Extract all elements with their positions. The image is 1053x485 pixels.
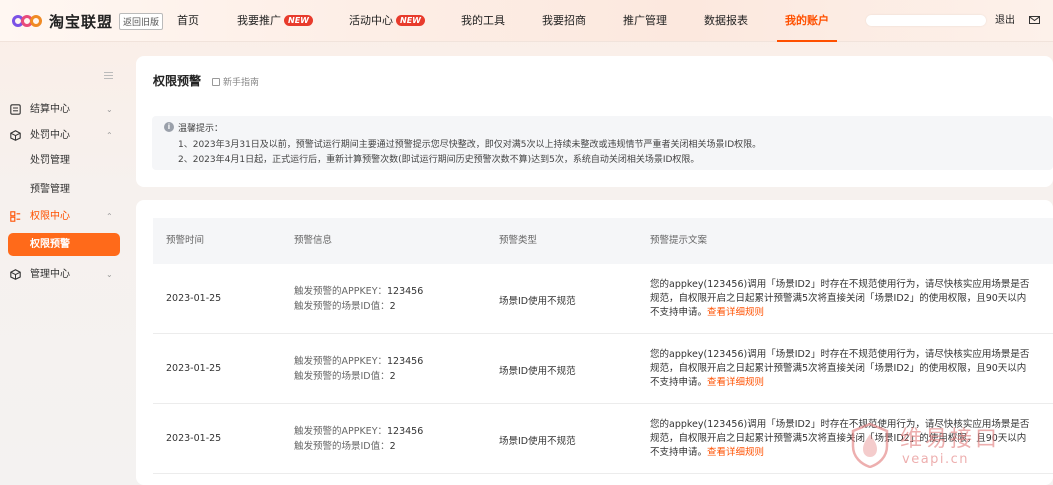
nav-item-promotion-management[interactable]: 推广管理 [623, 0, 667, 42]
scene-id-label: 触发预警的场景ID值： [294, 301, 390, 312]
sidebar-group-management[interactable]: 管理中心 ⌄ [0, 264, 130, 286]
appkey-label: 触发预警的APPKEY： [294, 286, 387, 297]
cube-icon [10, 269, 21, 280]
sidebar: 结算中心 ⌄ 处罚中心 ⌃ 处罚管理 预警管理 权限中心 ⌃ 权限预警 管理中心… [0, 58, 130, 485]
warning-info: 触发预警的APPKEY：123456 触发预警的场景ID值：2 [294, 424, 423, 454]
warning-type: 场景ID使用不规范 [499, 436, 576, 447]
old-version-button[interactable]: 返回旧版 [119, 12, 164, 30]
scene-id-value: 2 [389, 441, 396, 452]
table-header: 预警时间 预警信息 预警类型 预警提示文案 [153, 218, 1053, 264]
alliance-logo-icon [12, 14, 44, 28]
nav-label: 我的工具 [461, 14, 505, 27]
table-row: 2023-01-25 触发预警的APPKEY：123456 触发预警的场景ID值… [153, 334, 1053, 404]
chevron-down-icon: ⌄ [106, 105, 113, 114]
warning-message: 您的appkey(123456)调用「场景ID2」时存在不规范使用行为，请尽快核… [650, 278, 1030, 320]
sidebar-item-label: 处罚管理 [30, 155, 70, 166]
chevron-down-icon: ⌄ [106, 270, 113, 279]
nav-label: 数据报表 [704, 14, 748, 27]
view-rules-link[interactable]: 查看详细规则 [707, 307, 764, 318]
collapse-menu-icon[interactable] [104, 72, 113, 79]
sidebar-item-label: 预警管理 [30, 184, 70, 195]
nav-item-home[interactable]: 首页 [177, 0, 199, 42]
logo-text: 淘宝联盟 [49, 12, 114, 31]
nav-label: 我的账户 [785, 14, 829, 27]
watermark-domain: veapi.cn [902, 452, 970, 467]
appkey-label: 触发预警的APPKEY： [294, 356, 387, 367]
scene-id-value: 2 [389, 301, 396, 312]
warning-time: 2023-01-25 [166, 363, 222, 374]
nav-label: 活动中心 [349, 14, 393, 27]
page-title: 权限预警 [153, 74, 202, 88]
column-header-info: 预警信息 [294, 235, 333, 246]
sidebar-group-label: 结算中心 [30, 104, 70, 115]
chevron-up-icon: ⌃ [106, 212, 113, 221]
cube-icon [10, 130, 21, 141]
appkey-value: 123456 [387, 426, 424, 437]
view-rules-link[interactable]: 查看详细规则 [707, 377, 764, 388]
warning-type: 场景ID使用不规范 [499, 366, 576, 377]
sidebar-item-penalty-management[interactable]: 处罚管理 [0, 150, 130, 172]
appkey-value: 123456 [387, 286, 424, 297]
top-nav-bar: 淘宝联盟 返回旧版 首页 我要推广 NEW 活动中心 NEW 我的工具 我要招商 推… [0, 0, 1053, 42]
beginner-guide-link[interactable]: 新手指南 [212, 75, 259, 88]
watermark: 维易接口 veapi.cn [850, 418, 1050, 480]
sidebar-group-label: 管理中心 [30, 269, 70, 280]
logout-link[interactable]: 退出 [995, 0, 1015, 42]
warning-type: 场景ID使用不规范 [499, 296, 576, 307]
warning-time: 2023-01-25 [166, 433, 222, 444]
notice-line: 2、2023年4月1日起，正式运行后，重新计算预警次数(即试运行期间历史预警次数… [178, 155, 700, 165]
watermark-shield-icon [851, 422, 889, 468]
ledger-icon [10, 104, 21, 115]
nav-item-merchant-recruit[interactable]: 我要招商 [542, 0, 586, 42]
nav-item-activity-center[interactable]: 活动中心 NEW [349, 0, 425, 42]
appkey-label: 触发预警的APPKEY： [294, 426, 387, 437]
watermark-title: 维易接口 [900, 427, 1001, 452]
sidebar-item-permission-warning[interactable]: 权限预警 [8, 233, 120, 256]
column-header-type: 预警类型 [499, 235, 538, 246]
notice-line: 1、2023年3月31日及以前，预警试运行期间主要通过预警提示您尽快整改，即仅对… [178, 140, 762, 150]
nav-item-my-account[interactable]: 我的账户 [777, 0, 837, 42]
scene-id-value: 2 [389, 371, 396, 382]
nav-label: 推广管理 [623, 14, 667, 27]
new-badge: NEW [284, 15, 313, 26]
nav-item-my-tools[interactable]: 我的工具 [461, 0, 505, 42]
view-rules-link[interactable]: 查看详细规则 [707, 447, 764, 458]
new-badge: NEW [396, 15, 425, 26]
sidebar-item-label: 权限预警 [30, 239, 70, 250]
warning-info: 触发预警的APPKEY：123456 触发预警的场景ID值：2 [294, 284, 423, 314]
warning-message: 您的appkey(123456)调用「场景ID2」时存在不规范使用行为，请尽快核… [650, 348, 1030, 390]
sidebar-item-warning-management[interactable]: 预警管理 [0, 179, 130, 201]
info-icon: i [164, 122, 174, 132]
sidebar-group-settlement[interactable]: 结算中心 ⌄ [0, 99, 130, 121]
table-row: 2023-01-25 触发预警的APPKEY：123456 触发预警的场景ID值… [153, 264, 1053, 334]
mail-icon[interactable] [1029, 16, 1040, 24]
chevron-up-icon: ⌃ [106, 131, 113, 140]
page-header-card: 权限预警 新手指南 i 温馨提示： 1、2023年3月31日及以前，预警试运行期… [136, 56, 1053, 187]
scene-id-label: 触发预警的场景ID值： [294, 441, 390, 452]
nav-item-promote[interactable]: 我要推广 NEW [237, 0, 313, 42]
nav-label: 我要推广 [237, 14, 281, 27]
guide-label: 新手指南 [223, 78, 260, 88]
permission-icon [10, 211, 21, 222]
nav-item-data-reports[interactable]: 数据报表 [704, 0, 748, 42]
notice-title: 温馨提示： [178, 124, 224, 134]
nav-label: 我要招商 [542, 14, 586, 27]
appkey-value: 123456 [387, 356, 424, 367]
nav-label: 首页 [177, 14, 199, 27]
sidebar-group-label: 权限中心 [30, 211, 70, 222]
logo[interactable]: 淘宝联盟 返回旧版 [12, 11, 164, 31]
sidebar-group-penalty[interactable]: 处罚中心 ⌃ [0, 125, 130, 147]
warning-info: 触发预警的APPKEY：123456 触发预警的场景ID值：2 [294, 354, 423, 384]
scene-id-label: 触发预警的场景ID值： [294, 371, 390, 382]
notice-box: i 温馨提示： 1、2023年3月31日及以前，预警试运行期间主要通过预警提示您… [152, 116, 1053, 170]
sidebar-group-permission[interactable]: 权限中心 ⌃ [0, 206, 130, 228]
warning-time: 2023-01-25 [166, 293, 222, 304]
account-name-pill[interactable] [866, 15, 986, 26]
guide-book-icon [212, 77, 220, 86]
sidebar-group-label: 处罚中心 [30, 130, 70, 141]
column-header-time: 预警时间 [166, 235, 205, 246]
column-header-message: 预警提示文案 [650, 235, 708, 246]
